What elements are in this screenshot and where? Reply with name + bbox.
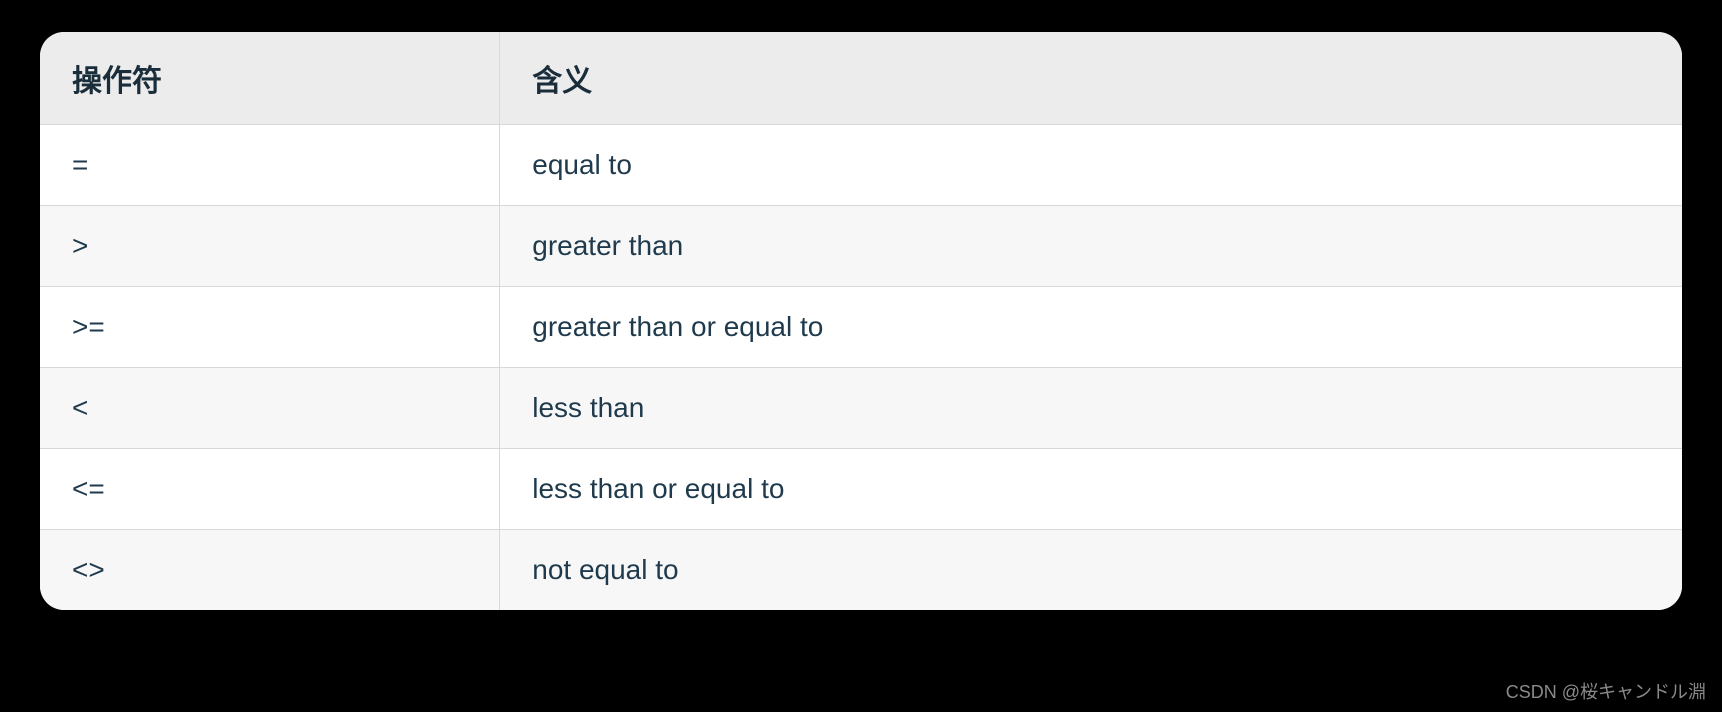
cell-meaning: greater than [500,206,1682,287]
watermark-text: CSDN @桜キャンドル淵 [1506,678,1706,704]
cell-meaning: equal to [500,125,1682,206]
cell-operator: <> [40,530,500,611]
cell-meaning: less than [500,368,1682,449]
table-row: = equal to [40,125,1682,206]
header-meaning: 含义 [500,32,1682,125]
table-row: <= less than or equal to [40,449,1682,530]
operators-table-container: 操作符 含义 = equal to > greater than >= grea… [40,32,1682,610]
table-row: >= greater than or equal to [40,287,1682,368]
table-row: <> not equal to [40,530,1682,611]
header-operator: 操作符 [40,32,500,125]
table-header-row: 操作符 含义 [40,32,1682,125]
cell-meaning: greater than or equal to [500,287,1682,368]
cell-operator: <= [40,449,500,530]
cell-operator: < [40,368,500,449]
cell-meaning: not equal to [500,530,1682,611]
cell-meaning: less than or equal to [500,449,1682,530]
cell-operator: >= [40,287,500,368]
operators-table: 操作符 含义 = equal to > greater than >= grea… [40,32,1682,610]
cell-operator: > [40,206,500,287]
table-row: < less than [40,368,1682,449]
table-row: > greater than [40,206,1682,287]
cell-operator: = [40,125,500,206]
